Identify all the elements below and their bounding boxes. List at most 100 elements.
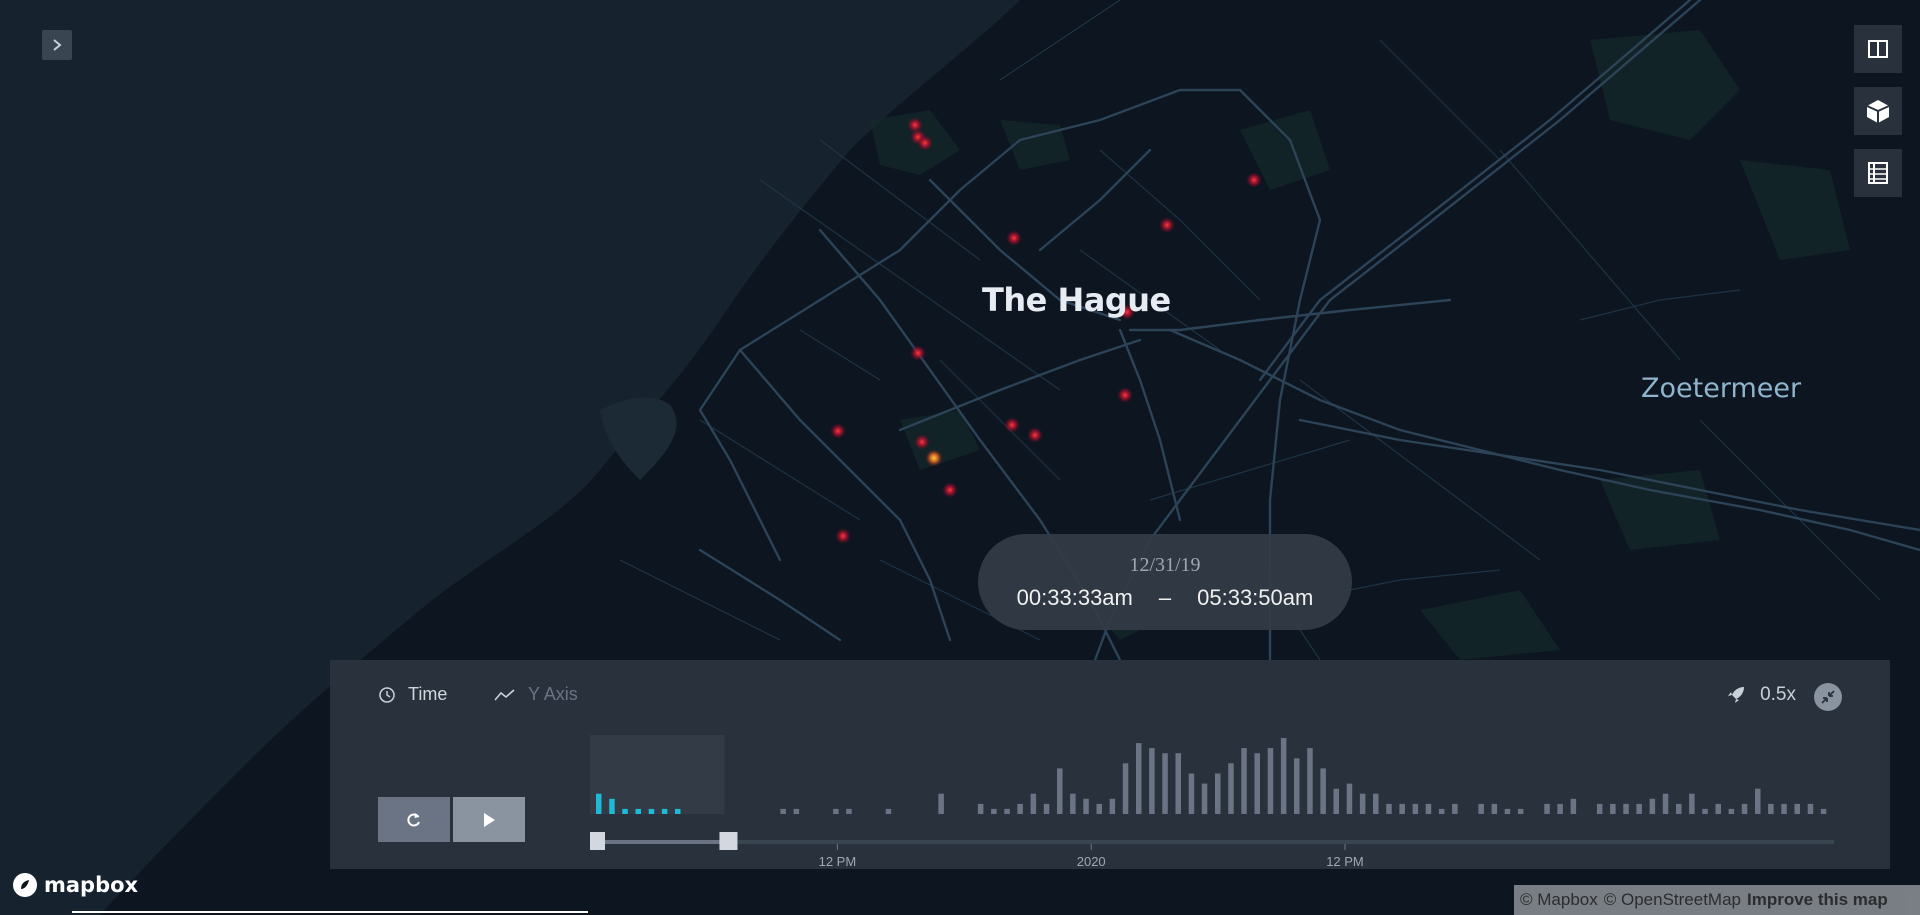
histogram-bar xyxy=(1386,803,1392,814)
timeline-tick-label: 12 PM xyxy=(1326,854,1364,869)
collapse-arrows-icon xyxy=(1821,690,1835,704)
histogram-bar xyxy=(1399,803,1405,814)
histogram-bar xyxy=(1241,748,1247,814)
data-point xyxy=(1004,417,1020,433)
histogram-bar xyxy=(1544,803,1550,814)
tab-y-axis[interactable]: Y Axis xyxy=(494,684,578,705)
histogram-bar xyxy=(1649,798,1656,814)
histogram-bar xyxy=(1715,803,1721,814)
city-label-zoetermeer: Zoetermeer xyxy=(1641,373,1802,404)
play-icon xyxy=(484,812,495,827)
histogram-bar xyxy=(1175,753,1181,814)
time-range-end: 05:33:50am xyxy=(1197,584,1314,610)
sidebar-toggle-button[interactable] xyxy=(42,30,72,60)
histogram-bar xyxy=(1728,808,1735,814)
attribution-mapbox-link[interactable]: © Mapbox xyxy=(1520,890,1598,910)
data-point xyxy=(925,449,943,467)
histogram-bar xyxy=(1781,803,1787,814)
histogram-bar xyxy=(1438,808,1445,814)
histogram-bar xyxy=(1570,798,1577,814)
data-point xyxy=(835,528,851,544)
range-handle-start[interactable] xyxy=(590,832,605,850)
histogram-bar xyxy=(1122,763,1129,814)
histogram-bar xyxy=(635,808,641,814)
mapbox-logo[interactable]: mapbox xyxy=(12,872,138,898)
range-handle-end[interactable] xyxy=(719,832,738,850)
histogram-bar xyxy=(1228,763,1234,814)
tab-time[interactable]: Time xyxy=(378,684,447,705)
coast-strip xyxy=(600,397,677,480)
histogram-bar xyxy=(846,808,852,814)
data-point xyxy=(1006,230,1022,246)
legend-icon xyxy=(1868,162,1888,184)
time-range-values: 00:33:33am – 05:33:50am xyxy=(1017,585,1314,611)
data-point xyxy=(1159,217,1175,233)
clock-icon xyxy=(379,686,395,703)
mapbox-logo-text: mapbox xyxy=(44,873,139,897)
rocket-icon xyxy=(1728,687,1745,703)
mapbox-logo-icon xyxy=(13,873,37,897)
histogram-bar xyxy=(885,808,892,814)
3d-view-button[interactable] xyxy=(1854,87,1902,135)
tab-y-axis-label: Y Axis xyxy=(528,684,578,704)
histogram-bar xyxy=(1004,808,1010,814)
histogram-bar xyxy=(1689,793,1695,814)
histogram-bar xyxy=(1017,803,1023,814)
play-button[interactable] xyxy=(453,797,525,842)
data-point xyxy=(910,345,926,361)
map-control-toolbar xyxy=(1854,25,1902,197)
histogram-bar xyxy=(1057,768,1063,814)
attribution-osm-link[interactable]: © OpenStreetMap xyxy=(1604,890,1741,910)
tab-time-label: Time xyxy=(408,684,448,704)
speed-label: 0.5x xyxy=(1760,684,1796,705)
data-point xyxy=(1027,427,1043,443)
3d-view-icon xyxy=(1866,100,1890,123)
histogram-bar xyxy=(1254,753,1260,814)
histogram-bar xyxy=(1201,783,1208,814)
histogram-bar xyxy=(1794,803,1800,814)
histogram-bar xyxy=(609,798,615,814)
histogram-bar xyxy=(1755,788,1761,814)
histogram-bar xyxy=(1109,798,1116,814)
speed-control[interactable]: 0.5x xyxy=(1726,684,1796,706)
histogram-bar xyxy=(1346,783,1353,814)
time-range-date: 12/31/19 xyxy=(1129,553,1201,576)
city-label-the-hague: The Hague xyxy=(982,281,1171,319)
histogram-bar xyxy=(1662,793,1669,814)
time-range-display: 12/31/19 00:33:33am – 05:33:50am xyxy=(978,534,1352,630)
histogram-bar xyxy=(1807,803,1814,814)
histogram-bar xyxy=(1768,803,1774,814)
data-point xyxy=(1246,172,1262,188)
histogram-bar xyxy=(1596,803,1603,814)
reset-button[interactable] xyxy=(378,797,450,842)
histogram-bar xyxy=(1333,788,1339,814)
histogram-bar xyxy=(622,808,628,814)
histogram-bar xyxy=(1096,803,1102,814)
fit-window-button[interactable] xyxy=(1814,683,1842,711)
histogram-bar xyxy=(1083,798,1089,814)
histogram-bar xyxy=(1136,743,1142,814)
time-histogram[interactable]: 12 PM 2020 12 PM xyxy=(590,730,1870,869)
logo-underline xyxy=(72,911,588,913)
reset-icon xyxy=(407,812,420,826)
histogram-bar xyxy=(1307,748,1313,814)
histogram-bar xyxy=(1636,803,1642,814)
histogram-bar xyxy=(1820,808,1827,814)
histogram-bar xyxy=(675,808,681,814)
histogram-bar xyxy=(793,808,800,814)
histogram-bar xyxy=(1070,793,1076,814)
histogram-bar xyxy=(1610,803,1616,814)
histogram-bar xyxy=(1623,803,1629,814)
line-chart-icon xyxy=(494,688,515,701)
histogram-bar xyxy=(1412,803,1419,814)
histogram-bar xyxy=(1517,808,1524,814)
improve-map-link[interactable]: Improve this map xyxy=(1747,890,1888,910)
histogram-bar xyxy=(991,808,997,814)
histogram-bar xyxy=(1504,808,1511,814)
histogram-bar xyxy=(1320,768,1326,814)
split-map-button[interactable] xyxy=(1854,25,1902,73)
time-playback-panel: Time Y Axis 0.5x 12 PM 2020 12 PM xyxy=(330,660,1890,869)
legend-button[interactable] xyxy=(1854,149,1902,197)
histogram-bar xyxy=(1478,803,1484,814)
histogram-bar xyxy=(1702,808,1708,814)
